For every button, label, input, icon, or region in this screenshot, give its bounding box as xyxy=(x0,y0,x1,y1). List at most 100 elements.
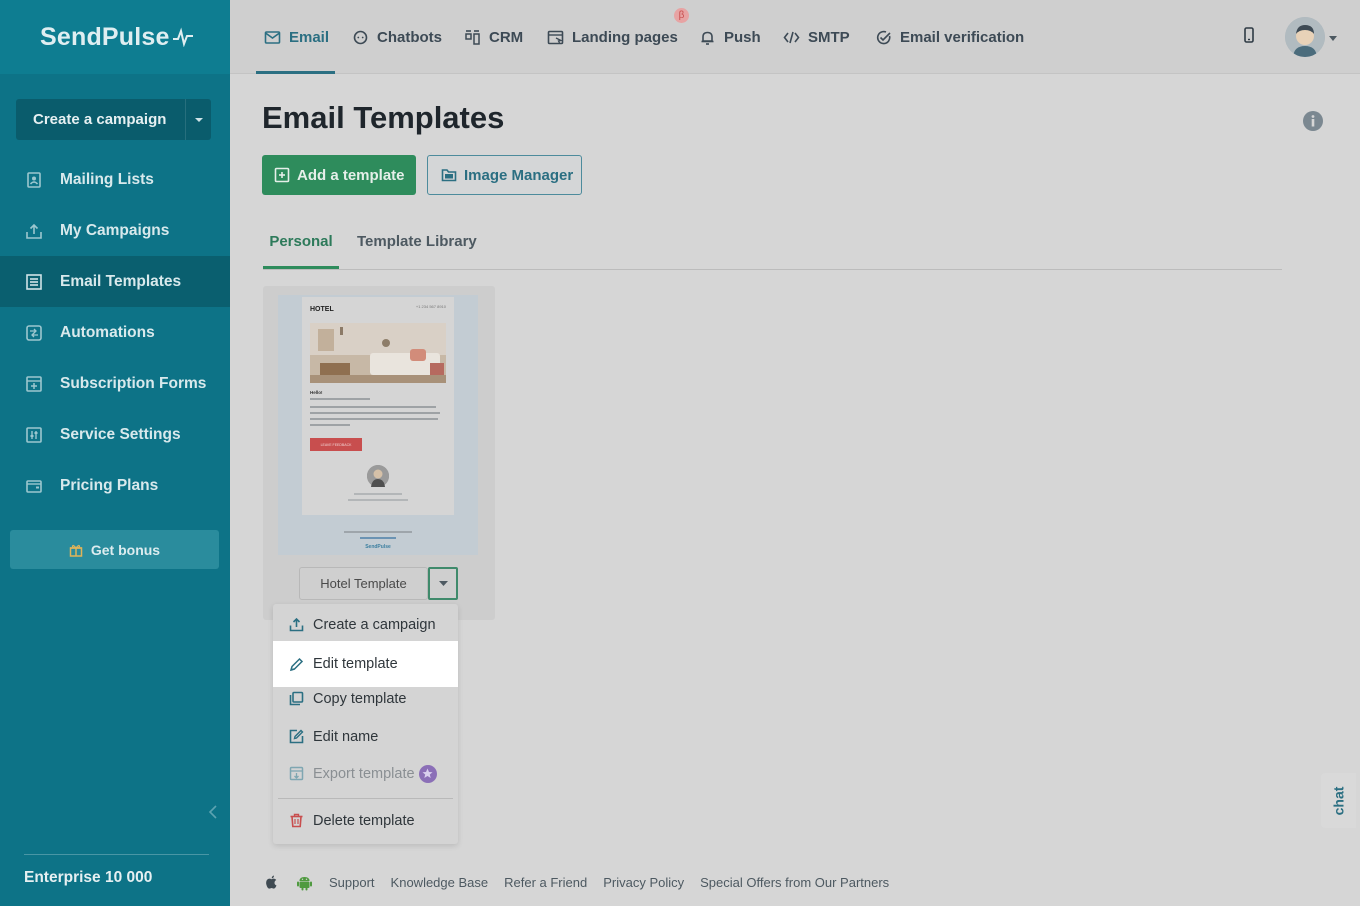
copy-icon xyxy=(289,691,304,706)
logo[interactable]: SendPulse xyxy=(0,0,230,74)
sidebar-item-pricing-plans[interactable]: Pricing Plans xyxy=(0,460,230,511)
bell-icon xyxy=(701,31,714,45)
info-icon[interactable] xyxy=(1303,111,1323,131)
folder-icon xyxy=(441,169,457,182)
preview-brand: SendPulse xyxy=(365,544,391,550)
export-icon xyxy=(289,766,304,781)
tab-smtp[interactable]: SMTP xyxy=(783,0,850,74)
wallet-icon xyxy=(25,477,43,495)
sidebar-item-label: Subscription Forms xyxy=(60,374,207,392)
tab-email-verification[interactable]: Email verification xyxy=(875,0,1024,74)
mobile-app-icon[interactable] xyxy=(1243,27,1255,43)
add-square-icon xyxy=(274,167,290,183)
tab-chatbots[interactable]: Chatbots xyxy=(352,0,442,74)
template-preview[interactable]: HOTEL +1 234 567 8910 Hello! LEAVE FEEDB… xyxy=(278,295,478,555)
chevron-down-icon[interactable] xyxy=(1329,36,1337,41)
preview-text-line xyxy=(354,493,402,495)
chevron-down-icon[interactable] xyxy=(185,99,211,140)
avatar[interactable] xyxy=(1285,17,1325,57)
add-template-label: Add a template xyxy=(297,166,405,184)
menu-item-label: Edit template xyxy=(313,656,398,672)
menu-item-create-campaign[interactable]: Create a campaign xyxy=(273,606,458,643)
menu-item-delete-template[interactable]: Delete template xyxy=(273,802,458,839)
preview-heading: HOTEL xyxy=(310,306,334,313)
footer: Support Knowledge Base Refer a Friend Pr… xyxy=(263,872,905,892)
add-template-button[interactable]: Add a template xyxy=(262,155,416,195)
code-icon xyxy=(783,31,800,43)
preview-feedback-button: LEAVE FEEDBACK xyxy=(310,438,362,451)
gift-icon xyxy=(69,544,83,557)
chat-widget-tab[interactable]: chat xyxy=(1321,773,1356,828)
templates-icon xyxy=(25,273,43,291)
menu-item-label: Delete template xyxy=(313,812,415,829)
form-icon xyxy=(25,375,43,393)
tab-label: Email xyxy=(289,28,330,46)
preview-footer-link xyxy=(360,537,396,539)
chat-bubble-icon xyxy=(353,30,368,44)
footer-link-knowledge-base[interactable]: Knowledge Base xyxy=(391,875,489,890)
tab-crm[interactable]: CRM xyxy=(464,0,523,74)
footer-link-refer-a-friend[interactable]: Refer a Friend xyxy=(504,875,587,890)
get-bonus-button[interactable]: Get bonus xyxy=(10,530,219,569)
template-card[interactable]: HOTEL +1 234 567 8910 Hello! LEAVE FEEDB… xyxy=(263,286,495,620)
create-campaign-button[interactable]: Create a campaign xyxy=(16,99,211,140)
apple-icon[interactable] xyxy=(263,874,280,891)
divider xyxy=(24,854,209,855)
menu-item-export-template[interactable]: Export template xyxy=(273,755,458,792)
sidebar-item-label: Mailing Lists xyxy=(60,170,154,188)
menu-item-label: Create a campaign xyxy=(313,616,436,633)
plan-name[interactable]: Enterprise 10 000 xyxy=(24,869,152,887)
tab-label: CRM xyxy=(489,28,524,46)
tab-push[interactable]: Push xyxy=(699,0,761,74)
chevron-down-icon xyxy=(438,581,448,586)
tab-template-library[interactable]: Template Library xyxy=(357,228,477,269)
footer-link-special-offers[interactable]: Special Offers from Our Partners xyxy=(700,875,889,890)
landing-page-icon xyxy=(547,30,564,44)
android-icon[interactable] xyxy=(296,874,313,891)
tab-label: Push xyxy=(724,28,761,46)
sidebar-item-label: Email Templates xyxy=(60,272,182,290)
active-tab-indicator xyxy=(256,71,335,74)
preview-text-line xyxy=(310,406,436,408)
menu-item-edit-name[interactable]: Edit name xyxy=(273,718,458,755)
sidebar-item-email-templates[interactable]: Email Templates xyxy=(0,256,230,307)
footer-link-support[interactable]: Support xyxy=(329,875,375,890)
sidebar-item-mailing-lists[interactable]: Mailing Lists xyxy=(0,154,230,205)
check-circle-icon xyxy=(876,30,891,44)
sidebar-item-label: Automations xyxy=(60,323,155,341)
tab-personal[interactable]: Personal xyxy=(263,228,339,269)
tab-landing-pages[interactable]: Landing pages xyxy=(547,0,678,74)
preview-avatar xyxy=(367,465,389,487)
tab-label: Landing pages xyxy=(572,28,678,46)
preview-phone: +1 234 567 8910 xyxy=(415,304,446,309)
pulse-icon xyxy=(172,27,193,47)
campaign-send-icon xyxy=(289,617,304,632)
footer-link-privacy-policy[interactable]: Privacy Policy xyxy=(603,875,684,890)
sidebar-item-subscription-forms[interactable]: Subscription Forms xyxy=(0,358,230,409)
sidebar-item-automations[interactable]: Automations xyxy=(0,307,230,358)
tab-email[interactable]: Email xyxy=(256,0,335,74)
menu-item-copy-template[interactable]: Copy template xyxy=(273,680,458,717)
template-name-button[interactable]: Hotel Template xyxy=(299,567,428,600)
collapse-sidebar-icon[interactable] xyxy=(207,804,219,820)
menu-item-label: Edit name xyxy=(313,728,379,745)
image-manager-label: Image Manager xyxy=(464,166,574,184)
menu-item-label: Copy template xyxy=(313,690,407,707)
tab-label: Email verification xyxy=(900,28,1025,46)
image-manager-button[interactable]: Image Manager xyxy=(427,155,582,195)
preview-text-line xyxy=(348,499,408,501)
menu-divider xyxy=(278,798,453,799)
sidebar-item-label: Pricing Plans xyxy=(60,476,159,494)
campaign-send-icon xyxy=(25,222,43,240)
preview-greeting: Hello! xyxy=(310,390,323,395)
preview-footer-line xyxy=(344,531,412,533)
trash-icon xyxy=(290,813,303,828)
sidebar-item-service-settings[interactable]: Service Settings xyxy=(0,409,230,460)
pencil-icon xyxy=(289,657,304,671)
template-actions-menu: Create a campaign Edit template Copy tem… xyxy=(273,604,458,844)
sidebar-item-my-campaigns[interactable]: My Campaigns xyxy=(0,205,230,256)
edit-square-icon xyxy=(289,729,304,744)
template-actions-toggle[interactable] xyxy=(428,567,458,600)
sidebar-item-label: Service Settings xyxy=(60,425,181,443)
preview-email-body: HOTEL +1 234 567 8910 Hello! LEAVE FEEDB… xyxy=(302,297,454,515)
